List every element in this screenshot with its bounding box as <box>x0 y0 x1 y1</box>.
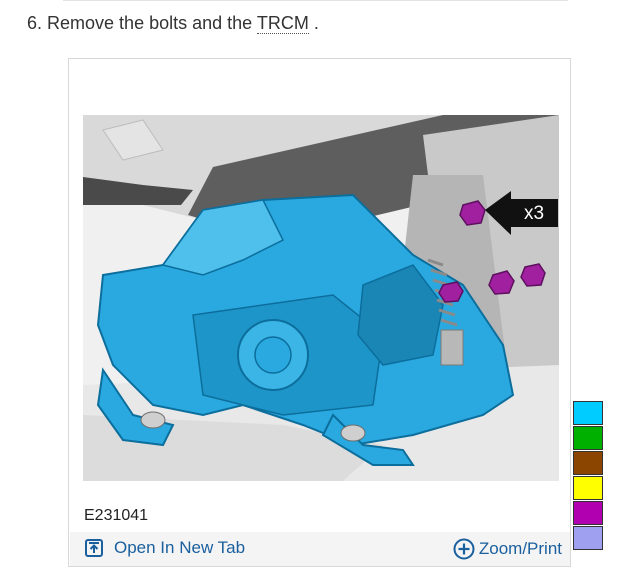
step-suffix: . <box>313 13 319 33</box>
zoom-print-label: Zoom/Print <box>478 539 562 558</box>
top-divider <box>63 0 568 1</box>
open-in-new-tab-button[interactable]: Open In New Tab <box>84 538 245 558</box>
step-text: Remove the bolts and the <box>47 13 253 33</box>
zoom-print-button[interactable]: Zoom/Print <box>453 538 562 560</box>
open-in-new-tab-icon <box>85 539 103 557</box>
color-swatch-column <box>573 401 603 551</box>
open-in-new-tab-label: Open In New Tab <box>114 538 246 557</box>
figure-id: E231041 <box>84 507 149 524</box>
color-swatch-6 <box>573 526 603 550</box>
zoom-plus-circle-icon <box>453 538 475 560</box>
callout-label: x3 <box>524 203 544 224</box>
color-swatch-2 <box>573 426 603 450</box>
color-swatch-3 <box>573 451 603 475</box>
step-number: 6. <box>27 13 43 33</box>
color-swatch-4 <box>573 476 603 500</box>
trcm-abbreviation[interactable]: TRCM <box>256 13 309 34</box>
figure-card: x3 E231041 Open In New Tab Zoom/Print <box>68 58 571 567</box>
trcm-illustration[interactable]: x3 <box>83 115 559 481</box>
color-swatch-5 <box>573 501 603 525</box>
step-instruction: 6. Remove the bolts and the TRCM . <box>27 13 319 34</box>
figure-actions-bar: Open In New Tab Zoom/Print <box>70 532 570 566</box>
color-swatch-1 <box>573 401 603 425</box>
